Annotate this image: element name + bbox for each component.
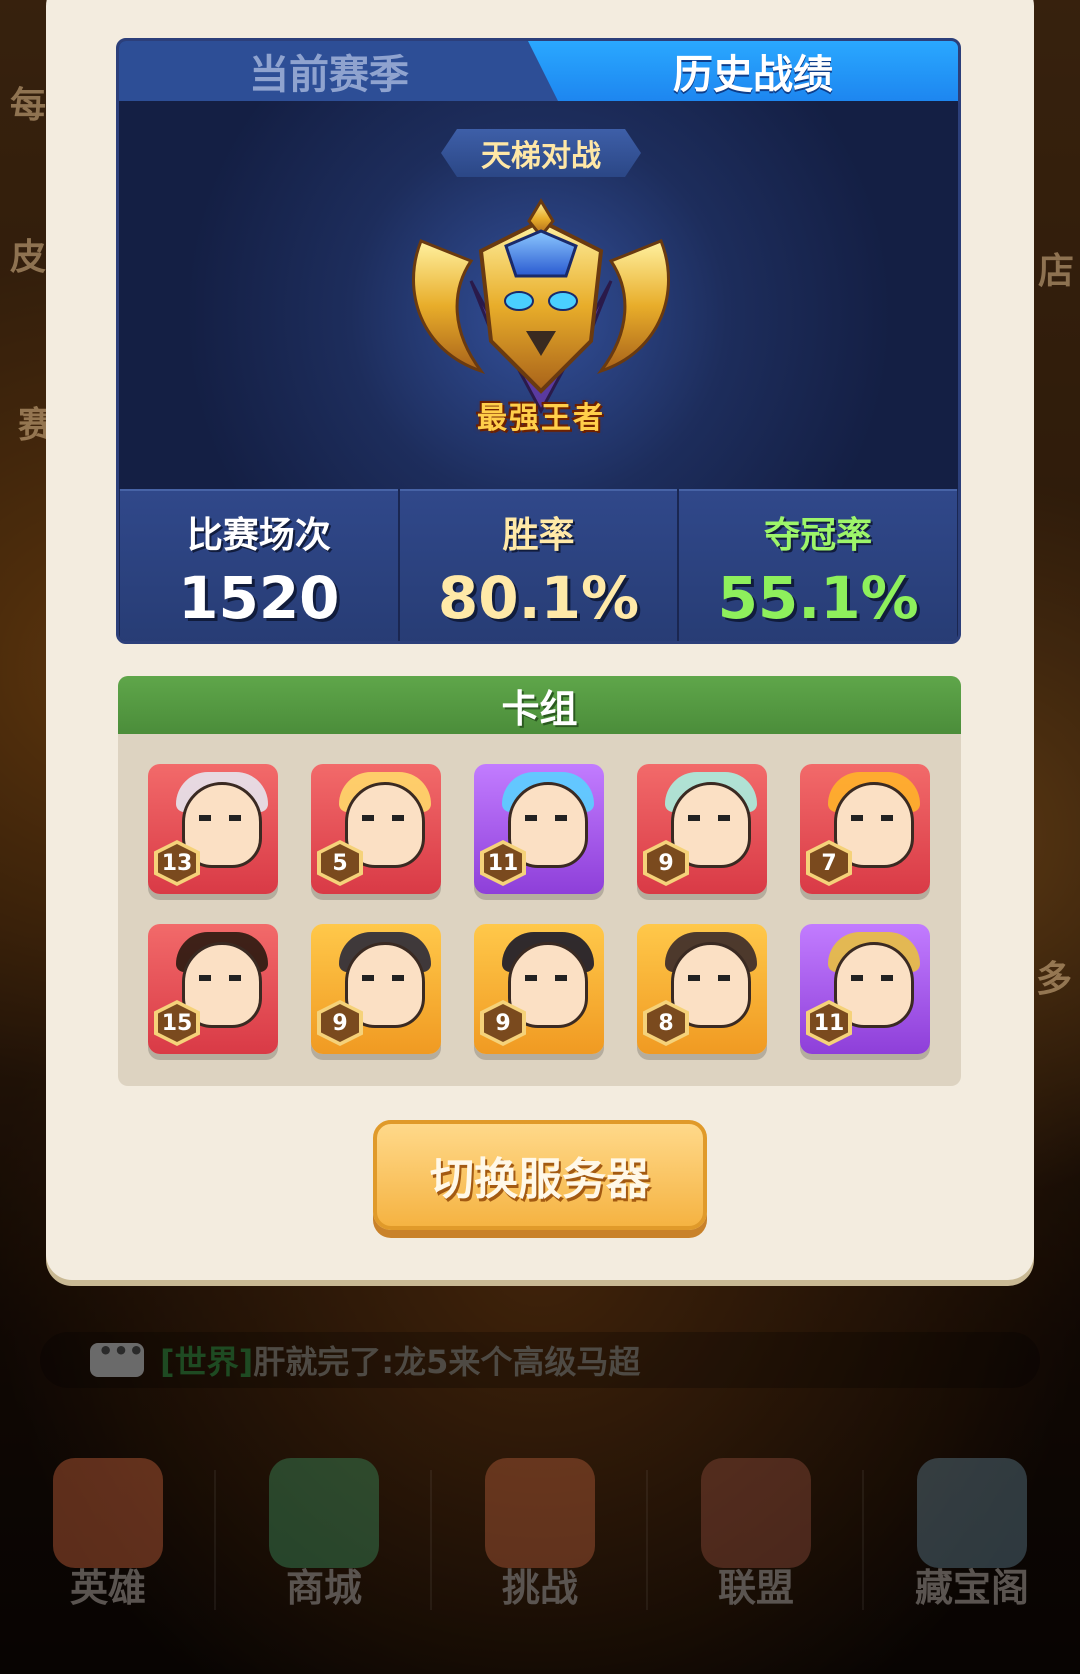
card-level: 11 [810, 1004, 848, 1042]
bottom-nav: 英雄 商城 挑战 联盟 藏宝阁 [0, 1440, 1080, 1674]
nav-item-alliance[interactable]: 联盟 [648, 1440, 864, 1674]
stat-win-rate: 胜率 80.1% [399, 489, 678, 641]
chubby-warrior-portrait[interactable]: 5 [311, 764, 441, 894]
harp-maiden-portrait[interactable]: 9 [637, 764, 767, 894]
season-tabs: 当前赛季 历史战绩 [119, 41, 958, 101]
side-label-more: 多 [1036, 959, 1073, 1000]
nav-item-shop[interactable]: 商城 [216, 1440, 432, 1674]
rank-display: 天梯对战 最强王者 [119, 101, 958, 489]
bearded-general-portrait[interactable]: 9 [311, 924, 441, 1054]
switch-server-button[interactable]: 切换服务器 [373, 1120, 707, 1230]
deck-grid: 13 5 11 9 7 15 9 9 8 11 [148, 764, 930, 1054]
nav-label: 联盟 [717, 1566, 794, 1610]
stat-label-champion-rate: 夺冠率 [764, 515, 873, 556]
card-level: 9 [647, 844, 685, 882]
nav-label: 挑战 [501, 1566, 578, 1610]
nav-item-challenge[interactable]: 挑战 [432, 1440, 648, 1674]
chat-message: 肝就完了:龙5来个高级马超 [253, 1343, 641, 1381]
nav-item-treasure[interactable]: 藏宝阁 [864, 1440, 1080, 1674]
side-label-shop: 店 [1038, 251, 1075, 292]
shop-icon [269, 1458, 379, 1568]
angry-yellow-hero-portrait[interactable]: 7 [800, 764, 930, 894]
stat-value-champion-rate: 55.1% [717, 564, 919, 632]
card-level: 5 [321, 844, 359, 882]
nav-label: 藏宝阁 [914, 1566, 1029, 1610]
sword-hero-portrait[interactable]: 15 [148, 924, 278, 1054]
deck-title: 卡组 [118, 676, 961, 734]
card-level: 8 [647, 1004, 685, 1042]
stat-champion-rate: 夺冠率 55.1% [679, 489, 958, 641]
record-card: 当前赛季 历史战绩 天梯对战 最强王者 比赛场次 1520 胜率 80.1% 夺… [116, 38, 961, 644]
side-label-daily: 每 [10, 85, 47, 126]
stat-value-matches: 1520 [178, 564, 340, 632]
card-level: 9 [321, 1004, 359, 1042]
stat-label-win-rate: 胜率 [502, 515, 575, 556]
card-level: 13 [158, 844, 196, 882]
rank-name: 最强王者 [477, 401, 605, 436]
chat-bubble-icon [90, 1337, 144, 1377]
hero-icon [53, 1458, 163, 1568]
stats-row: 比赛场次 1520 胜率 80.1% 夺冠率 55.1% [119, 489, 958, 641]
card-level: 11 [484, 844, 522, 882]
challenge-icon [485, 1458, 595, 1568]
chat-channel: [世界] [160, 1343, 254, 1381]
red-helmet-general-portrait[interactable]: 11 [800, 924, 930, 1054]
stat-label-matches: 比赛场次 [186, 515, 331, 556]
deck-panel: 卡组 13 5 11 9 7 15 9 9 8 11 [118, 676, 961, 1086]
headphone-girl-portrait[interactable]: 11 [474, 764, 604, 894]
nav-label: 英雄 [69, 1566, 146, 1610]
world-chat-bar[interactable]: [世界] 肝就完了:龙5来个高级马超 [40, 1332, 1040, 1388]
nav-item-hero[interactable]: 英雄 [0, 1440, 216, 1674]
silver-hair-general-portrait[interactable]: 13 [148, 764, 278, 894]
nav-label: 商城 [285, 1566, 362, 1610]
mode-badge: 天梯对战 [441, 129, 641, 177]
card-level: 9 [484, 1004, 522, 1042]
court-lady-portrait[interactable]: 8 [637, 924, 767, 1054]
tab-current-season[interactable]: 当前赛季 [119, 41, 539, 101]
side-label-skin: 皮 [10, 237, 47, 278]
stat-matches: 比赛场次 1520 [120, 489, 398, 641]
tab-history[interactable]: 历史战绩 [528, 41, 958, 101]
alliance-icon [701, 1458, 811, 1568]
treasure-icon [917, 1458, 1027, 1568]
masked-warrior-portrait[interactable]: 9 [474, 924, 604, 1054]
card-level: 15 [158, 1004, 196, 1042]
stat-value-win-rate: 80.1% [437, 564, 640, 632]
card-level: 7 [810, 844, 848, 882]
